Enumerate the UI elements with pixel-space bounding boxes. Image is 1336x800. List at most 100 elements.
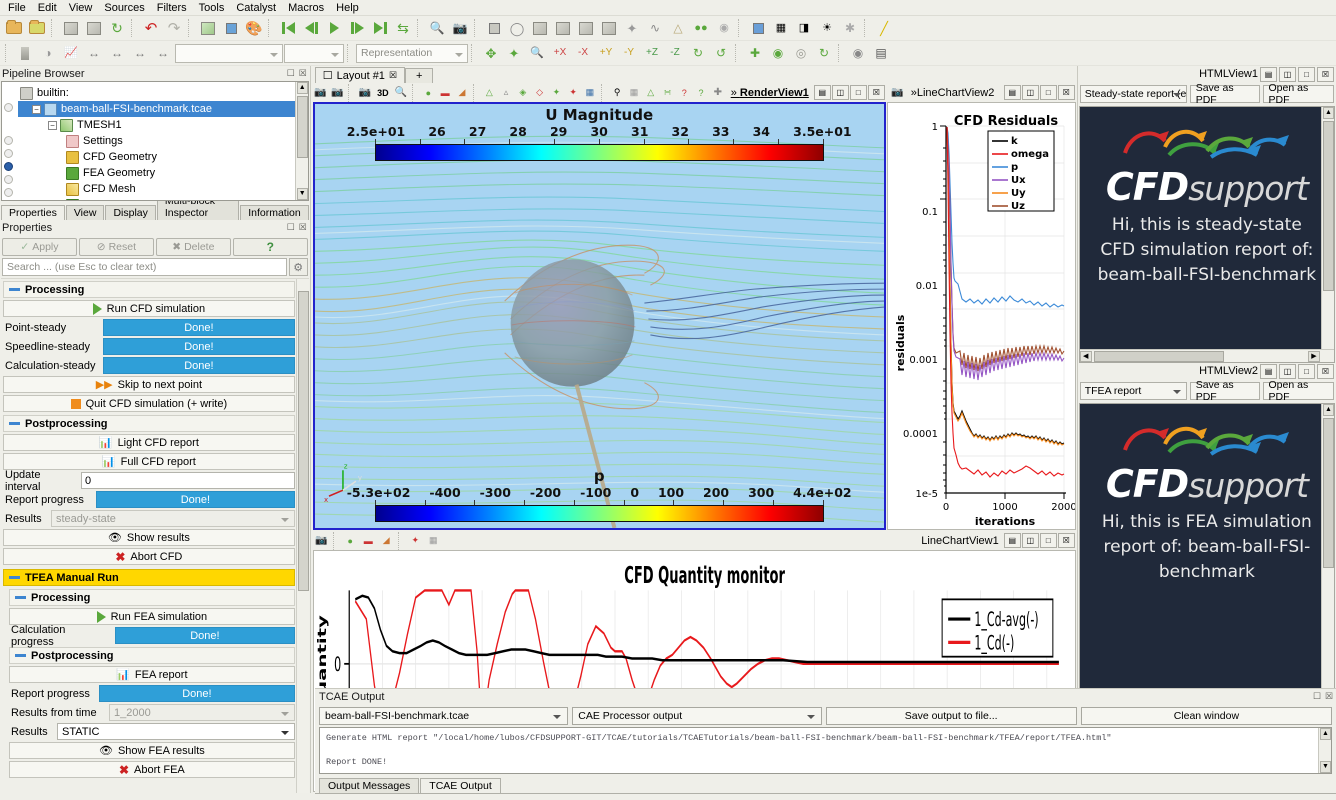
visibility-toggle[interactable] [4,103,13,112]
camera-redo-icon[interactable]: 📷 [330,85,346,101]
collapse-icon[interactable] [9,288,20,291]
add-selection-icon[interactable]: ✚ [710,85,726,101]
tab-tcae-output[interactable]: TCAE Output [420,778,500,793]
tcae-case-icon[interactable]: ◨ [793,18,815,39]
group-header-fea-processing[interactable]: Processing [9,589,295,606]
collapse-icon[interactable] [15,654,26,657]
pick-center-icon[interactable]: ◎ [790,43,812,64]
rescale-visible-icon[interactable]: ↔ [129,43,151,64]
maximize-icon[interactable]: □ [1040,533,1057,548]
results-select[interactable]: steady-state [51,510,295,527]
close-view-icon[interactable]: ☒ [1058,533,1075,548]
plus-y-icon[interactable]: +Y [595,43,617,64]
edit-color-map-icon[interactable]: ◑ [37,43,59,64]
group-datasets-icon[interactable]: ●● [690,18,712,39]
volume-representation-icon[interactable]: ▤ [870,43,892,64]
ruler-icon[interactable]: ╱ [873,18,895,39]
rotate-minus90-icon[interactable]: ↺ [710,43,732,64]
maximize-icon[interactable]: □ [1298,67,1315,82]
output-close-icon[interactable]: ☒ [1324,691,1334,702]
tcae-mesh-icon[interactable]: ▦ [770,18,792,39]
stream-select[interactable]: CAE Processor output [572,707,821,725]
maximize-icon[interactable]: □ [1040,85,1057,100]
screenshot-icon[interactable]: 📷 [313,533,330,549]
toggle-3d-button[interactable]: 3D [374,85,393,101]
search-input[interactable]: Search ... (use Esc to clear text) [2,258,287,276]
select-points-icon[interactable]: ● [342,533,359,549]
rotate-plus90-icon[interactable]: ↻ [687,43,709,64]
undo-icon[interactable]: ↶ [140,18,162,39]
maximize-icon[interactable]: □ [850,85,867,100]
hover-points-icon[interactable]: ⚲ [609,85,625,101]
interactive-select-cells-icon[interactable]: ✦ [565,85,581,101]
tab-output-messages[interactable]: Output Messages [319,778,419,793]
split-horizontal-icon[interactable]: ▤ [1004,533,1021,548]
zoom-icon[interactable]: 🔍 [393,85,409,101]
output-float-icon[interactable]: ☐ [1312,691,1322,702]
render-view[interactable]: x z y U Magnitude 2.5e+01 26 27 [313,102,886,530]
tcae-output-text-area[interactable]: Generate HTML report "/local/home/lubos/… [319,727,1332,774]
split-horizontal-icon[interactable]: ▤ [1260,67,1277,82]
menu-item-view[interactable]: View [63,1,99,15]
frustum-select-cells-icon[interactable]: ▵ [498,85,514,101]
linechartview2-name[interactable]: LineChartView2 [917,87,994,99]
menu-item-macros[interactable]: Macros [282,1,330,15]
split-vertical-icon[interactable]: ◫ [1022,533,1039,548]
visibility-toggle[interactable] [4,136,13,145]
htmlview1-body[interactable]: CFDsupport Hi, this is steady-state CFD … [1079,106,1335,363]
pipeline-float-icon[interactable]: ☐ [286,68,296,79]
collapse-icon[interactable] [15,596,26,599]
menu-item-edit[interactable]: Edit [32,1,63,15]
rescale-range-icon[interactable]: 📈 [60,43,82,64]
visibility-toggle[interactable] [4,175,13,184]
menu-item-sources[interactable]: Sources [98,1,150,15]
case-select[interactable]: beam-ball-FSI-benchmark.tcae [319,707,568,725]
scroll-up-icon[interactable]: ▲ [1323,107,1334,119]
renderview-name[interactable]: » RenderView1 [727,87,813,99]
warp-icon[interactable]: △ [667,18,689,39]
group-header-processing[interactable]: Processing [3,281,295,298]
calculator-icon[interactable] [483,18,505,39]
clear-selection-icon[interactable]: ✦ [407,533,424,549]
tab-information[interactable]: Information [240,205,309,220]
visibility-toggle[interactable] [4,188,13,197]
expand-collapse-icon[interactable]: − [48,121,57,130]
plus-x-icon[interactable]: +X [549,43,571,64]
skip-to-next-point-button[interactable]: ▶▶ Skip to next point [3,376,295,393]
scroll-down-icon[interactable]: ▼ [1320,761,1331,773]
last-frame-icon[interactable] [369,18,391,39]
screenshot-icon[interactable] [220,18,242,39]
rescale-custom-icon[interactable]: ↔ [83,43,105,64]
grow-selection-icon[interactable]: △ [643,85,659,101]
group-header-fea-postprocessing[interactable]: Postprocessing [9,647,295,664]
split-vertical-icon[interactable]: ◫ [1022,85,1039,100]
select-blocks-icon[interactable]: ◢ [454,85,470,101]
pipeline-scrollbar[interactable]: ▲ ▼ [295,82,308,200]
close-view-icon[interactable]: ☒ [1317,67,1334,82]
scroll-down-icon[interactable]: ▼ [297,188,308,200]
close-view-icon[interactable]: ☒ [868,85,885,100]
group-header-tfea-manual-run[interactable]: TFEA Manual Run [3,569,295,586]
show-fea-results-button[interactable]: 👁 Show FEA results [9,742,295,759]
open-as-pdf-button[interactable]: Open as PDF [1263,85,1334,103]
minus-x-icon[interactable]: -X [572,43,594,64]
select-block-icon[interactable]: ▦ [582,85,598,101]
report-type-select[interactable]: TFEA report [1080,382,1187,400]
save-state-icon[interactable] [26,18,48,39]
extract-block-icon[interactable] [197,18,219,39]
clean-window-button[interactable]: Clean window [1081,707,1332,725]
save-as-pdf-button[interactable]: Save as PDF [1190,382,1260,400]
scroll-thumb[interactable] [1323,121,1334,291]
select-points-icon[interactable]: ● [421,85,437,101]
frustum-select-points-icon[interactable]: △ [481,85,497,101]
properties-float-icon[interactable]: ☐ [286,222,296,233]
zoom-to-selection-icon[interactable]: ✦ [503,43,525,64]
visibility-toggle-on[interactable] [4,162,13,171]
reset-session-icon[interactable]: ↻ [106,18,128,39]
previous-frame-icon[interactable] [300,18,322,39]
glyph-icon[interactable]: ✦ [621,18,643,39]
abort-fea-button[interactable]: ✖ Abort FEA [9,761,295,778]
scroll-right-icon[interactable]: ▶ [1308,351,1320,362]
plus-z-icon[interactable]: +Z [641,43,663,64]
close-icon[interactable]: ☒ [389,70,397,81]
